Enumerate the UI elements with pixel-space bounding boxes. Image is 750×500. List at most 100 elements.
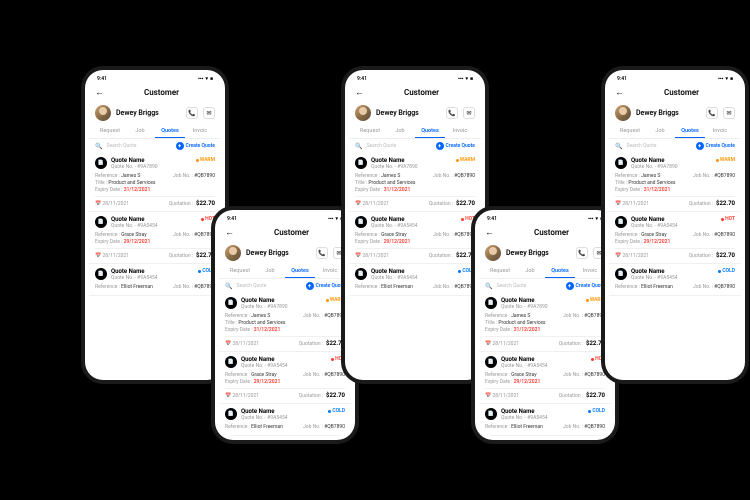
- quote-amount: $22.70: [456, 252, 475, 259]
- quote-card[interactable]: 📄Quote NameQuote No. - #9A5454HOTReferen…: [89, 212, 221, 264]
- email-icon[interactable]: ✉: [463, 107, 475, 119]
- quote-name: Quote Name: [501, 408, 584, 415]
- quote-card[interactable]: 📄Quote NameQuote No. - #9A5454HOTReferen…: [479, 352, 611, 404]
- status-bar: 9:41▪▪▪▾■: [89, 74, 221, 84]
- quote-icon: 📄: [225, 297, 237, 309]
- quote-date: 📅 28/11/2021: [485, 393, 519, 399]
- tab-job[interactable]: Job: [645, 125, 675, 138]
- quote-icon: 📄: [225, 408, 237, 420]
- tab-job[interactable]: Job: [255, 265, 285, 278]
- quote-date: 📅 28/11/2021: [355, 201, 389, 207]
- tab-invoice[interactable]: Invoic: [705, 125, 735, 138]
- quote-name: Quote Name: [111, 157, 192, 164]
- quote-card[interactable]: 📄Quote NameQuote No. - #9A5454COLDRefere…: [479, 404, 611, 436]
- search-icon[interactable]: 🔍: [615, 143, 622, 150]
- avatar[interactable]: [615, 105, 631, 121]
- customer-name: Dewey Briggs: [376, 109, 441, 117]
- quote-card[interactable]: 📄Quote NameQuote No. - #9A7890WARMRefere…: [349, 153, 481, 212]
- search-icon[interactable]: 🔍: [225, 283, 232, 290]
- tab-request[interactable]: Request: [355, 125, 385, 138]
- search-icon[interactable]: 🔍: [355, 143, 362, 150]
- quote-card[interactable]: 📄Quote NameQuote No. - #9A7890WARMRefere…: [89, 153, 221, 212]
- quote-date: 📅 28/11/2021: [225, 341, 259, 347]
- phone-icon[interactable]: 📞: [706, 107, 718, 119]
- status-badge: WARM: [196, 157, 215, 163]
- quote-number: Quote No. - #9A5454: [371, 275, 454, 281]
- quote-name: Quote Name: [111, 216, 197, 223]
- avatar[interactable]: [355, 105, 371, 121]
- email-icon[interactable]: ✉: [333, 247, 345, 259]
- phone-icon[interactable]: 📞: [316, 247, 328, 259]
- tab-quotes[interactable]: Quotes: [675, 125, 705, 138]
- back-icon[interactable]: ←: [355, 87, 364, 98]
- status-badge: COLD: [458, 268, 475, 274]
- quote-name: Quote Name: [371, 268, 454, 275]
- quote-date: 📅 28/11/2021: [225, 393, 259, 399]
- search-icon[interactable]: 🔍: [95, 143, 102, 150]
- tab-quotes[interactable]: Quotes: [415, 125, 445, 138]
- quote-amount: $22.70: [586, 340, 605, 347]
- tab-quotes[interactable]: Quotes: [545, 265, 575, 278]
- tab-invoice[interactable]: Invoic: [315, 265, 345, 278]
- search-input[interactable]: Search Quote: [236, 283, 301, 289]
- search-input[interactable]: Search Quote: [626, 143, 691, 149]
- tab-invoice[interactable]: Invoic: [575, 265, 605, 278]
- quote-name: Quote Name: [631, 216, 717, 223]
- email-icon[interactable]: ✉: [723, 107, 735, 119]
- phone-icon[interactable]: 📞: [186, 107, 198, 119]
- search-input[interactable]: Search Quote: [496, 283, 561, 289]
- tab-quotes[interactable]: Quotes: [285, 265, 315, 278]
- email-icon[interactable]: ✉: [203, 107, 215, 119]
- email-icon[interactable]: ✉: [593, 247, 605, 259]
- quote-card[interactable]: 📄Quote NameQuote No. - #9A5454COLDRefere…: [349, 264, 481, 296]
- back-icon[interactable]: ←: [485, 227, 494, 238]
- quote-card[interactable]: 📄Quote NameQuote No. - #9A5454HOTReferen…: [219, 352, 351, 404]
- page-title: Customer: [238, 228, 345, 237]
- create-quote-button[interactable]: +Create Quote: [436, 142, 475, 150]
- search-input[interactable]: Search Quote: [106, 143, 171, 149]
- phone-icon[interactable]: 📞: [446, 107, 458, 119]
- tab-invoice[interactable]: Invoic: [185, 125, 215, 138]
- back-icon[interactable]: ←: [95, 87, 104, 98]
- status-badge: HOT: [721, 216, 735, 222]
- tab-quotes[interactable]: Quotes: [155, 125, 185, 138]
- quote-icon: 📄: [95, 268, 107, 280]
- quote-card[interactable]: 📄Quote NameQuote No. - #9A5454COLDRefere…: [609, 264, 741, 296]
- quote-card[interactable]: 📄Quote NameQuote No. - #9A7890WARMRefere…: [609, 153, 741, 212]
- quote-number: Quote No. - #9A7890: [371, 164, 452, 170]
- phone-icon[interactable]: 📞: [576, 247, 588, 259]
- search-input[interactable]: Search Quote: [366, 143, 431, 149]
- create-quote-button[interactable]: +Create Quote: [306, 282, 345, 290]
- status-badge: HOT: [461, 216, 475, 222]
- quote-card[interactable]: 📄Quote NameQuote No. - #9A5454COLDRefere…: [89, 264, 221, 296]
- back-icon[interactable]: ←: [615, 87, 624, 98]
- quote-card[interactable]: 📄Quote NameQuote No. - #9A7890WARMRefere…: [219, 293, 351, 352]
- quote-icon: 📄: [615, 157, 627, 169]
- quote-card[interactable]: 📄Quote NameQuote No. - #9A7890WARMRefere…: [479, 293, 611, 352]
- tab-request[interactable]: Request: [95, 125, 125, 138]
- quote-number: Quote No. - #9A7890: [631, 164, 712, 170]
- quote-card[interactable]: 📄Quote NameQuote No. - #9A5454HOTReferen…: [609, 212, 741, 264]
- tab-job[interactable]: Job: [385, 125, 415, 138]
- create-quote-button[interactable]: +Create Quote: [566, 282, 605, 290]
- tab-request[interactable]: Request: [615, 125, 645, 138]
- create-quote-button[interactable]: +Create Quote: [176, 142, 215, 150]
- back-icon[interactable]: ←: [225, 227, 234, 238]
- avatar[interactable]: [485, 245, 501, 261]
- quote-card[interactable]: 📄Quote NameQuote No. - #9A5454HOTReferen…: [349, 212, 481, 264]
- quote-icon: 📄: [615, 216, 627, 228]
- avatar[interactable]: [225, 245, 241, 261]
- tab-job[interactable]: Job: [125, 125, 155, 138]
- tab-job[interactable]: Job: [515, 265, 545, 278]
- status-badge: HOT: [201, 216, 215, 222]
- search-icon[interactable]: 🔍: [485, 283, 492, 290]
- tab-request[interactable]: Request: [225, 265, 255, 278]
- tab-request[interactable]: Request: [485, 265, 515, 278]
- tab-invoice[interactable]: Invoic: [445, 125, 475, 138]
- quote-number: Quote No. - #9A5454: [241, 415, 324, 421]
- quote-card[interactable]: 📄Quote NameQuote No. - #9A5454COLDRefere…: [219, 404, 351, 436]
- create-quote-button[interactable]: +Create Quote: [696, 142, 735, 150]
- avatar[interactable]: [95, 105, 111, 121]
- quote-number: Quote No. - #9A5454: [501, 415, 584, 421]
- quote-icon: 📄: [95, 216, 107, 228]
